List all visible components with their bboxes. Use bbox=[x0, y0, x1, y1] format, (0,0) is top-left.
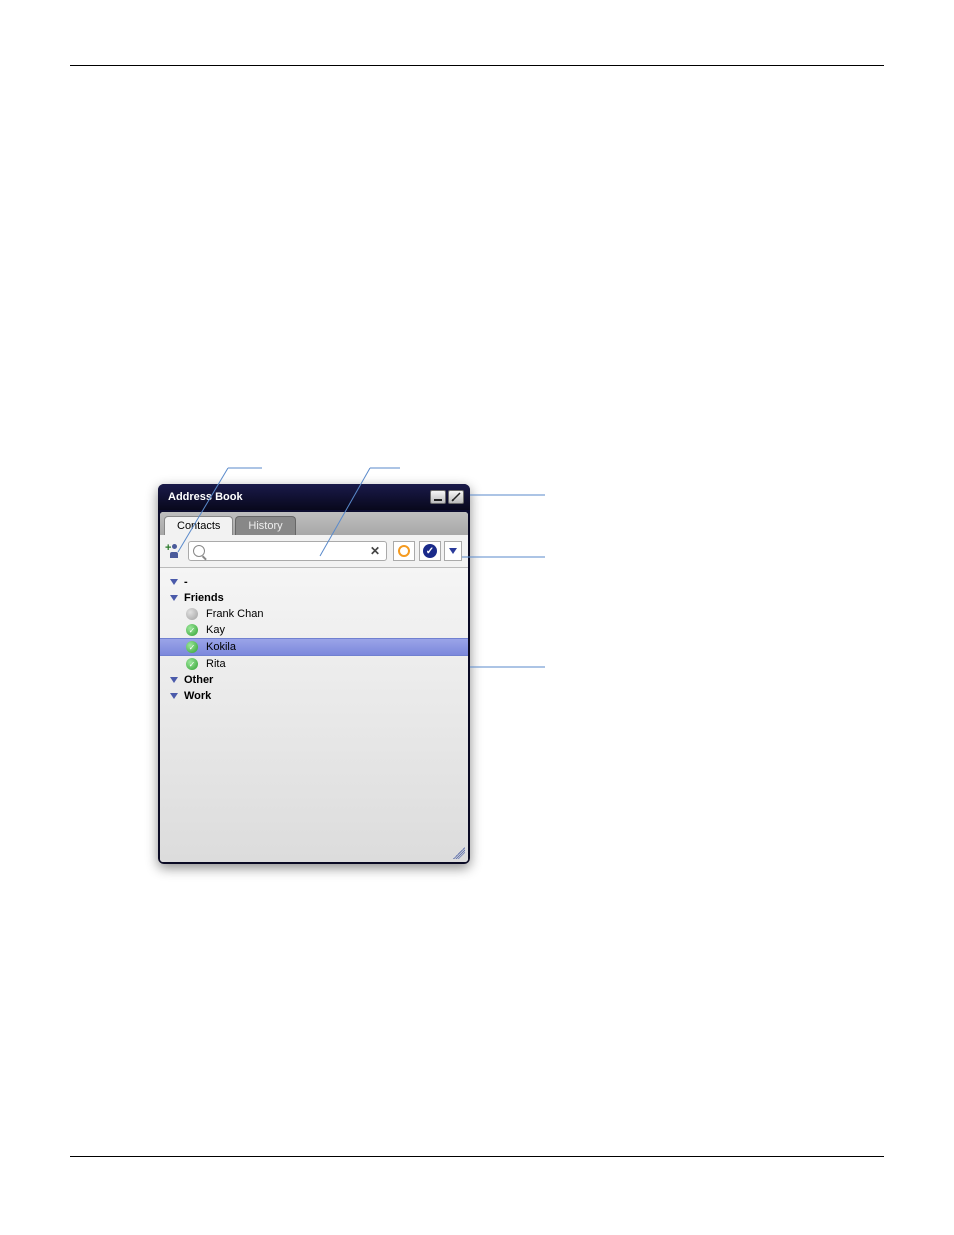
filter-dropdown-button[interactable] bbox=[444, 541, 462, 561]
expand-icon bbox=[170, 677, 178, 683]
expand-icon bbox=[170, 595, 178, 601]
address-book-window: Address Book Contacts History + bbox=[158, 484, 470, 864]
resize-grip[interactable] bbox=[453, 847, 465, 859]
window-inner: Contacts History + ✕ ✓ bbox=[160, 512, 468, 862]
minimize-icon bbox=[434, 499, 442, 501]
contact-name: Rita bbox=[206, 658, 226, 670]
group-label: - bbox=[184, 576, 188, 588]
status-online-icon bbox=[186, 624, 198, 636]
contact-name: Kokila bbox=[206, 641, 236, 653]
page-top-rule bbox=[70, 65, 884, 66]
filter-recent-button[interactable] bbox=[393, 541, 415, 561]
search-clear-button[interactable]: ✕ bbox=[368, 544, 382, 558]
filter-online-button[interactable]: ✓ bbox=[419, 541, 441, 561]
titlebar[interactable]: Address Book bbox=[158, 484, 470, 510]
window-title: Address Book bbox=[164, 491, 428, 503]
online-icon: ✓ bbox=[423, 544, 437, 558]
search-field[interactable]: ✕ bbox=[188, 541, 387, 561]
page-bottom-rule bbox=[70, 1156, 884, 1157]
contact-rita[interactable]: Rita bbox=[160, 656, 468, 672]
tab-history-label: History bbox=[248, 520, 282, 532]
group-dash[interactable]: - bbox=[160, 574, 468, 590]
annotation-lines bbox=[0, 0, 954, 1235]
contact-kay[interactable]: Kay bbox=[160, 622, 468, 638]
contact-kokila[interactable]: Kokila bbox=[160, 638, 468, 656]
toolbar: + ✕ ✓ bbox=[160, 535, 468, 568]
status-online-icon bbox=[186, 641, 198, 653]
close-button[interactable] bbox=[448, 490, 464, 504]
tab-contacts-label: Contacts bbox=[177, 520, 220, 532]
close-icon bbox=[451, 492, 461, 502]
expand-icon bbox=[170, 693, 178, 699]
status-offline-icon bbox=[186, 608, 198, 620]
group-friends[interactable]: Friends bbox=[160, 590, 468, 606]
tab-history[interactable]: History bbox=[235, 516, 295, 535]
contact-frank-chan[interactable]: Frank Chan bbox=[160, 606, 468, 622]
search-input[interactable] bbox=[209, 545, 368, 557]
group-work[interactable]: Work bbox=[160, 688, 468, 704]
group-label: Work bbox=[184, 690, 211, 702]
recent-icon bbox=[398, 545, 410, 557]
chevron-down-icon bbox=[449, 548, 457, 554]
group-label: Friends bbox=[184, 592, 224, 604]
add-contact-icon: + bbox=[168, 544, 182, 558]
status-online-icon bbox=[186, 658, 198, 670]
group-other[interactable]: Other bbox=[160, 672, 468, 688]
contact-name: Kay bbox=[206, 624, 225, 636]
contact-list[interactable]: - Friends Frank Chan Kay Kokila Rita bbox=[160, 568, 468, 862]
expand-icon bbox=[170, 579, 178, 585]
add-contact-button[interactable]: + bbox=[166, 542, 184, 560]
contact-name: Frank Chan bbox=[206, 608, 263, 620]
tabs: Contacts History bbox=[160, 512, 468, 535]
tab-contacts[interactable]: Contacts bbox=[164, 516, 233, 535]
minimize-button[interactable] bbox=[430, 490, 446, 504]
group-label: Other bbox=[184, 674, 213, 686]
search-icon bbox=[193, 545, 205, 557]
